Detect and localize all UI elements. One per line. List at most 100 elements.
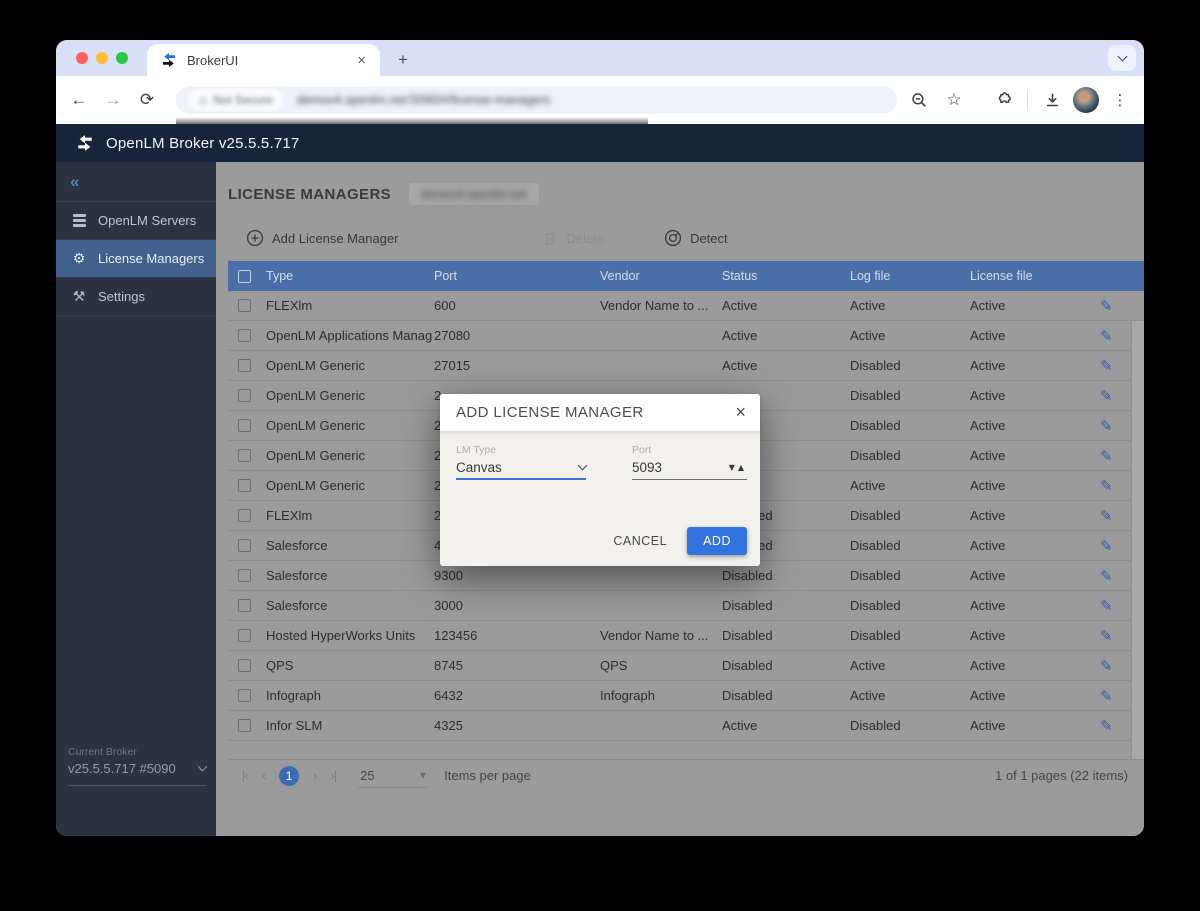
extensions-icon[interactable] bbox=[989, 86, 1017, 114]
table-row[interactable]: FLEXlm 600 Vendor Name to ... Active Act… bbox=[228, 291, 1144, 321]
cell-logfile: Disabled bbox=[850, 628, 970, 643]
table-header-row: Type Port Vendor Status Log file License… bbox=[228, 261, 1144, 291]
cell-port: 8745 bbox=[434, 658, 600, 673]
cell-licensefile: Active bbox=[970, 508, 1100, 523]
trash-icon bbox=[542, 230, 558, 247]
cell-licensefile: Active bbox=[970, 358, 1100, 373]
column-header-vendor[interactable]: Vendor bbox=[600, 269, 722, 283]
row-checkbox[interactable] bbox=[238, 599, 251, 612]
sidebar-item-settings[interactable]: ⚒ Settings bbox=[56, 278, 216, 316]
row-checkbox[interactable] bbox=[238, 569, 251, 582]
collapse-chevrons-icon: « bbox=[70, 172, 79, 192]
table-row[interactable]: QPS 8745 QPS Disabled Active Active ✎ bbox=[228, 651, 1144, 681]
zoom-out-icon[interactable] bbox=[905, 86, 933, 114]
browser-menu-kebab-icon[interactable]: ⋮ bbox=[1106, 86, 1134, 114]
page-size-select[interactable]: 25 ▼ bbox=[358, 764, 428, 788]
profile-avatar[interactable] bbox=[1073, 87, 1099, 113]
tab-strip: BrokerUI × + bbox=[56, 40, 1144, 76]
column-header-status[interactable]: Status bbox=[722, 269, 850, 283]
cell-port: 4325 bbox=[434, 718, 600, 733]
current-page-badge[interactable]: 1 bbox=[279, 766, 299, 786]
row-checkbox[interactable] bbox=[238, 539, 251, 552]
row-checkbox[interactable] bbox=[238, 419, 251, 432]
tab-close-icon[interactable]: × bbox=[353, 52, 370, 69]
table-row[interactable]: Hosted HyperWorks Units 123456 Vendor Na… bbox=[228, 621, 1144, 651]
row-checkbox[interactable] bbox=[238, 479, 251, 492]
chevron-down-icon bbox=[578, 460, 588, 470]
sidebar-item-label: License Managers bbox=[98, 251, 204, 266]
cell-licensefile: Active bbox=[970, 448, 1100, 463]
table-row[interactable]: Infor SLM 4325 Active Disabled Active ✎ bbox=[228, 711, 1144, 741]
row-checkbox[interactable] bbox=[238, 449, 251, 462]
prev-page-button[interactable]: ‹ bbox=[262, 768, 265, 783]
cell-licensefile: Active bbox=[970, 298, 1100, 313]
detect-button[interactable]: Detect bbox=[664, 229, 728, 247]
pagination-bar: |‹ ‹ 1 › ›| 25 ▼ Items per page 1 of 1 p… bbox=[228, 759, 1144, 791]
row-checkbox[interactable] bbox=[238, 689, 251, 702]
next-page-button[interactable]: › bbox=[313, 768, 316, 783]
row-checkbox[interactable] bbox=[238, 719, 251, 732]
cell-licensefile: Active bbox=[970, 478, 1100, 493]
cancel-button[interactable]: CANCEL bbox=[613, 534, 667, 548]
maximize-window-button[interactable] bbox=[116, 52, 128, 64]
row-checkbox[interactable] bbox=[238, 389, 251, 402]
port-field[interactable]: Port 5093 ▼▲ bbox=[632, 444, 747, 480]
edit-pencil-icon[interactable]: ✎ bbox=[1100, 297, 1144, 315]
delete-button[interactable]: Delete bbox=[542, 230, 604, 247]
row-checkbox[interactable] bbox=[238, 359, 251, 372]
table-row[interactable]: OpenLM Generic 27015 Active Disabled Act… bbox=[228, 351, 1144, 381]
not-secure-label: Not Secure bbox=[213, 93, 273, 107]
row-checkbox[interactable] bbox=[238, 659, 251, 672]
not-secure-chip[interactable]: ⚠ Not Secure bbox=[188, 89, 283, 111]
dialog-close-icon[interactable]: × bbox=[735, 402, 746, 423]
column-header-licensefile[interactable]: License file bbox=[970, 269, 1100, 283]
cell-type: Salesforce bbox=[266, 538, 434, 553]
select-all-checkbox[interactable] bbox=[238, 270, 251, 283]
column-header-type[interactable]: Type bbox=[266, 269, 434, 283]
lm-type-value: Canvas bbox=[456, 460, 502, 475]
tools-icon: ⚒ bbox=[70, 289, 88, 305]
table-scrollbar-track[interactable] bbox=[1131, 321, 1144, 759]
chevron-down-icon bbox=[198, 762, 208, 772]
column-header-port[interactable]: Port bbox=[434, 269, 600, 283]
cell-type: OpenLM Generic bbox=[266, 478, 434, 493]
reload-button[interactable]: ⟳ bbox=[130, 90, 164, 110]
sidebar-item-openlm-servers[interactable]: OpenLM Servers bbox=[56, 202, 216, 240]
forward-button[interactable]: → bbox=[96, 90, 130, 110]
column-header-logfile[interactable]: Log file bbox=[850, 269, 970, 283]
bookmark-star-icon[interactable]: ☆ bbox=[940, 86, 968, 114]
back-button[interactable]: ← bbox=[62, 90, 96, 110]
row-checkbox[interactable] bbox=[238, 629, 251, 642]
number-spinner-icons[interactable]: ▼▲ bbox=[729, 463, 747, 472]
new-tab-button[interactable]: + bbox=[390, 47, 416, 73]
lm-type-field[interactable]: LM Type Canvas bbox=[456, 444, 586, 480]
cell-logfile: Active bbox=[850, 478, 970, 493]
dialog-title: ADD LICENSE MANAGER bbox=[456, 404, 735, 421]
current-broker-select[interactable]: Current Broker v25.5.5.717 #5090 bbox=[68, 746, 206, 786]
minimize-window-button[interactable] bbox=[96, 52, 108, 64]
cell-licensefile: Active bbox=[970, 598, 1100, 613]
table-row[interactable]: OpenLM Applications Manag 27080 Active A… bbox=[228, 321, 1144, 351]
add-button[interactable]: ADD bbox=[687, 527, 747, 555]
first-page-button[interactable]: |‹ bbox=[242, 768, 248, 783]
sidebar-collapse-button[interactable]: « bbox=[56, 162, 216, 202]
cell-licensefile: Active bbox=[970, 538, 1100, 553]
tab-search-button[interactable] bbox=[1108, 45, 1136, 71]
add-license-manager-button[interactable]: Add License Manager bbox=[246, 229, 398, 247]
table-row[interactable]: Salesforce 3000 Disabled Disabled Active… bbox=[228, 591, 1144, 621]
host-pill: demov4.openlm.net bbox=[409, 183, 538, 205]
browser-tab-brokerui[interactable]: BrokerUI × bbox=[147, 44, 380, 76]
sidebar-item-license-managers[interactable]: ⚙ License Managers bbox=[56, 240, 216, 278]
omnibox-shadow bbox=[176, 117, 648, 124]
cell-type: FLEXlm bbox=[266, 508, 434, 523]
close-window-button[interactable] bbox=[76, 52, 88, 64]
row-checkbox[interactable] bbox=[238, 509, 251, 522]
last-page-button[interactable]: ›| bbox=[330, 768, 336, 783]
screenshot-canvas: BrokerUI × + ← → ⟳ ⚠ Not Secure demov4.o… bbox=[0, 0, 1200, 911]
table-row[interactable]: Infograph 6432 Infograph Disabled Active… bbox=[228, 681, 1144, 711]
row-checkbox[interactable] bbox=[238, 299, 251, 312]
address-bar[interactable]: ⚠ Not Secure demov4.openlm.net:5090/#/li… bbox=[176, 86, 897, 114]
downloads-icon[interactable] bbox=[1038, 86, 1066, 114]
app-header: OpenLM Broker v25.5.5.717 bbox=[56, 124, 1144, 162]
row-checkbox[interactable] bbox=[238, 329, 251, 342]
